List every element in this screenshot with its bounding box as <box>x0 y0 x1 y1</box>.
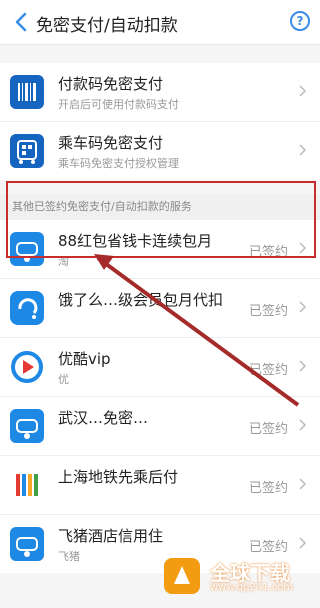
watermark-logo-icon <box>164 558 200 594</box>
watermark: 全球下载 www.qq241.com <box>160 554 310 598</box>
watermark-url: www.qq241.com <box>210 582 294 593</box>
annotation-arrow <box>94 254 300 407</box>
